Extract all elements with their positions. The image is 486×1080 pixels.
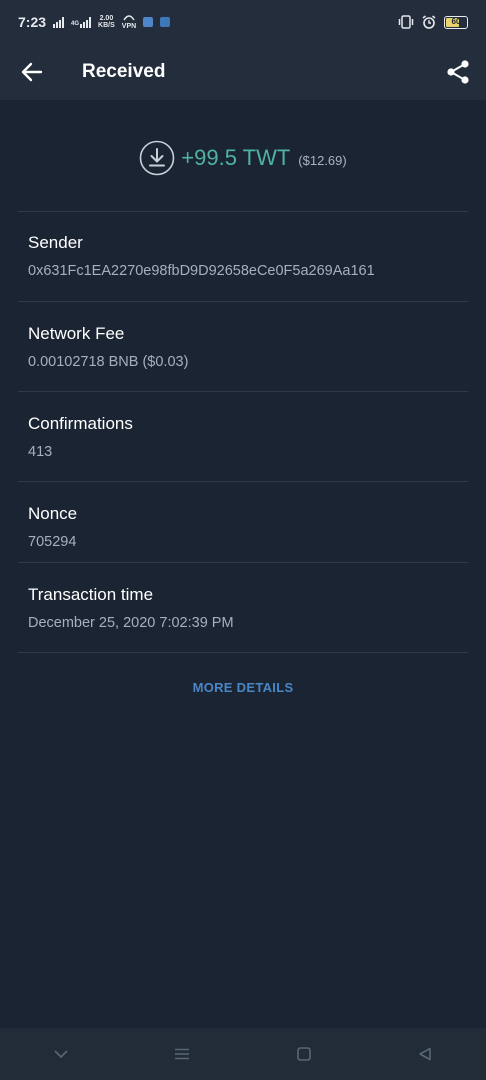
nav-menu-button[interactable]: [152, 1028, 212, 1080]
nonce-value: 705294: [28, 534, 77, 550]
battery-level: 60: [451, 16, 461, 26]
amount-row: +99.5 TWT ($12.69): [0, 138, 486, 178]
network-fee-field: Network Fee 0.00102718 BNB ($0.03): [28, 324, 468, 371]
transaction-amount-fiat: ($12.69): [298, 152, 347, 168]
home-square-icon: [296, 1047, 311, 1061]
network-fee-value: 0.00102718 BNB ($0.03): [28, 354, 189, 370]
app-bar: Received: [0, 44, 486, 100]
alarm-icon: [422, 15, 436, 29]
field-label: Network Fee: [28, 324, 125, 343]
field-label: Transaction time: [28, 585, 154, 604]
transaction-time-value: December 25, 2020 7:02:39 PM: [28, 615, 234, 631]
share-icon: [447, 60, 469, 84]
nav-home-button[interactable]: [274, 1028, 334, 1080]
divider: [18, 481, 468, 482]
confirmations-value: 413: [28, 444, 53, 460]
lte-label: 4G: [71, 20, 80, 27]
battery-icon: 60: [444, 15, 468, 29]
status-right: 60: [398, 15, 468, 29]
divider: [18, 391, 468, 392]
confirmations-field: Confirmations 413: [28, 414, 468, 461]
more-details-button[interactable]: MORE DETAILS: [0, 680, 486, 695]
signal-icon-2: [80, 16, 92, 28]
menu-icon: [175, 1048, 190, 1060]
divider: [18, 301, 468, 302]
field-label: Sender: [28, 233, 83, 252]
vpn-key-icon: [123, 15, 135, 21]
nav-collapse-button[interactable]: [31, 1028, 91, 1080]
lte-signal: 4G: [71, 16, 92, 28]
divider: [18, 652, 468, 653]
back-triangle-icon: [419, 1047, 432, 1061]
app-notification-icon-2: [160, 17, 171, 27]
status-time: 7:23: [18, 14, 47, 30]
screen: 7:23 4G 2.00 KB/S VPN 60 Received +99.5 …: [0, 0, 486, 1080]
divider: [18, 562, 468, 563]
net-speed-value: 2.00: [99, 15, 114, 22]
arrow-left-icon: [21, 62, 43, 82]
field-label: Nonce: [28, 504, 78, 523]
field-label: Confirmations: [28, 414, 133, 433]
page-title: Received: [82, 61, 166, 82]
nonce-field: Nonce 705294: [28, 504, 468, 551]
chevron-down-icon: [54, 1050, 68, 1058]
receive-icon: [139, 140, 175, 176]
signal-icon: [53, 16, 65, 28]
net-speed-unit: KB/S: [98, 22, 115, 29]
share-button[interactable]: [430, 44, 486, 100]
status-left: 7:23 4G 2.00 KB/S VPN: [18, 14, 171, 30]
divider: [18, 211, 468, 212]
app-notification-icon: [143, 17, 154, 27]
vibrate-icon: [398, 15, 414, 29]
status-bar: 7:23 4G 2.00 KB/S VPN 60: [0, 0, 486, 44]
transaction-time-field: Transaction time December 25, 2020 7:02:…: [28, 585, 468, 632]
back-button[interactable]: [0, 44, 64, 100]
sender-field[interactable]: Sender 0x631Fc1EA2270e98fbD9D92658eCe0F5…: [28, 233, 468, 280]
net-speed: 2.00 KB/S: [98, 15, 115, 29]
vpn-indicator: VPN: [122, 14, 136, 30]
nav-back-button[interactable]: [395, 1028, 455, 1080]
sender-address: 0x631Fc1EA2270e98fbD9D92658eCe0F5a269Aa1…: [28, 263, 375, 279]
system-nav-bar: [0, 1028, 486, 1080]
transaction-amount: +99.5 TWT: [181, 145, 291, 170]
vpn-label: VPN: [121, 23, 137, 30]
